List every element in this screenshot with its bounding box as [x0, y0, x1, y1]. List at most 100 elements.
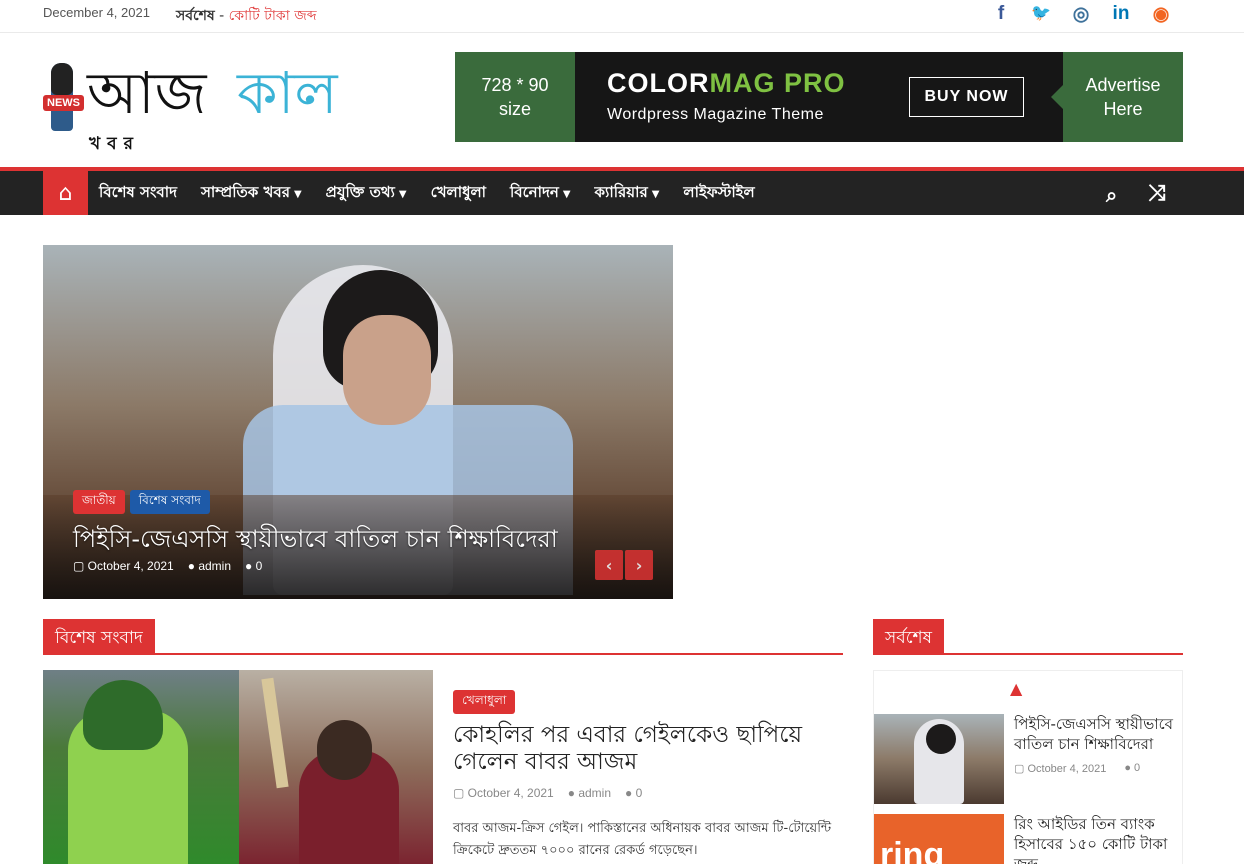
list-item-date[interactable]: ▢ October 4, 2021: [1014, 762, 1106, 775]
article-comments-count: 0: [635, 786, 643, 800]
ad-size-panel: 728 * 90 size: [455, 52, 575, 142]
nav-item-label: লাইফস্টাইল: [683, 182, 755, 201]
list-item[interactable]: ring রিং আইডির তিন ব্যাংক হিসাবের ১৫০ কো…: [874, 814, 1184, 864]
comment-icon: ●: [1124, 762, 1135, 774]
nav-item-special-news[interactable]: বিশেষ সংবাদ: [99, 181, 177, 206]
nav-item-tech[interactable]: প্রযুক্তি তথ্য ▼: [326, 181, 407, 206]
top-bar: December 4, 2021 সর্বশেষ - কোটি টাকা জব্…: [0, 0, 1244, 33]
category-badge[interactable]: জাতীয়: [73, 490, 125, 514]
article-image-right: [239, 670, 433, 864]
nav-item-label: ক্যারিয়ার: [594, 182, 648, 201]
list-item-title[interactable]: পিইসি-জেএসসি স্থায়ীভাবে বাতিল চান শিক্ষ…: [1014, 714, 1182, 754]
nav-item-career[interactable]: ক্যারিয়ার ▼: [595, 181, 660, 206]
ad-size-line2: size: [498, 99, 531, 119]
ring-id-logo: ring: [880, 836, 945, 864]
logo-subtitle: খবর: [89, 134, 140, 154]
nav-item-label: বিনোদন: [510, 182, 559, 201]
facebook-icon[interactable]: f: [990, 3, 1012, 26]
breaking-separator: -: [214, 8, 229, 24]
slider-comments-count: 0: [255, 559, 263, 573]
slider-comments[interactable]: ● 0: [245, 559, 262, 573]
nav-item-label: খেলাধুলা: [430, 182, 487, 201]
article-excerpt: বাবর আজম-ক্রিস গেইল। পাকিস্তানের অধিনায়…: [453, 821, 832, 858]
logo-part-kal: কাল: [237, 59, 338, 127]
calendar-icon: ▢: [73, 559, 88, 573]
section-header-latest: সর্বশেষ: [873, 619, 1183, 655]
chevron-down-icon: ▼: [398, 188, 407, 200]
list-item-title[interactable]: রিং আইডির তিন ব্যাংক হিসাবের ১৫০ কোটি টা…: [1014, 814, 1182, 864]
slider-date-text: October 4, 2021: [87, 559, 174, 573]
calendar-icon: ▢: [453, 786, 468, 800]
list-item-comments[interactable]: ● 0: [1124, 762, 1140, 775]
slider-next-button[interactable]: ›: [625, 550, 653, 580]
calendar-icon: ▢: [1014, 763, 1028, 775]
ad-brand: COLORMAG PRO: [607, 68, 846, 99]
list-item-meta: ▢ October 4, 2021 ● 0: [1014, 762, 1140, 775]
header-ad-banner[interactable]: 728 * 90 size COLORMAG PRO Wordpress Mag…: [455, 52, 1183, 142]
section-header-special-news: বিশেষ সংবাদ: [43, 619, 843, 655]
shuffle-icon[interactable]: ⤨: [1148, 181, 1166, 206]
chevron-down-icon: ▼: [651, 188, 660, 200]
list-item-thumbnail[interactable]: [874, 714, 1004, 804]
ad-advertise-line1: Advertise: [1085, 75, 1161, 95]
social-links: f 🐦 ◎ in ◉: [990, 3, 1172, 26]
slider-author-text: admin: [198, 559, 232, 573]
nav-item-label: সাম্প্রতিক খবর: [200, 182, 290, 201]
list-item-date-text: October 4, 2021: [1027, 763, 1107, 775]
slider-date[interactable]: ▢ October 4, 2021: [73, 559, 174, 573]
comment-icon: ●: [245, 559, 256, 573]
nav-item-entertainment[interactable]: বিনোদন ▼: [510, 181, 571, 206]
ad-buy-now-button[interactable]: BUY NOW: [909, 77, 1024, 117]
list-item[interactable]: পিইসি-জেএসসি স্থায়ীভাবে বাতিল চান শিক্ষ…: [874, 714, 1184, 804]
article-image-left: [43, 670, 239, 864]
article-date[interactable]: ▢ October 4, 2021: [453, 786, 554, 800]
home-icon[interactable]: ⌂: [43, 171, 88, 215]
category-badge[interactable]: খেলাধুলা: [453, 690, 516, 714]
ad-brand-panel: COLORMAG PRO Wordpress Magazine Theme BU…: [575, 52, 1063, 142]
slider-prev-button[interactable]: ‹: [595, 550, 623, 580]
slider-categories: জাতীয় বিশেষ সংবাদ: [73, 490, 210, 514]
chevron-down-icon: ▼: [293, 188, 302, 200]
instagram-icon[interactable]: ◎: [1070, 3, 1092, 26]
ad-brand-accent: MAG PRO: [709, 68, 846, 98]
article-author[interactable]: ● admin: [568, 786, 611, 800]
search-icon[interactable]: ⌕: [1106, 183, 1117, 207]
logo-news-badge: NEWS: [43, 95, 84, 111]
article-date-text: October 4, 2021: [467, 786, 554, 800]
linkedin-icon[interactable]: in: [1110, 3, 1132, 26]
twitter-icon[interactable]: 🐦: [1030, 3, 1052, 26]
article-comments[interactable]: ● 0: [625, 786, 642, 800]
ad-tagline: Wordpress Magazine Theme: [607, 106, 824, 123]
nav-item-lifestyle[interactable]: লাইফস্টাইল: [683, 181, 754, 206]
featured-slider[interactable]: জাতীয় বিশেষ সংবাদ পিইসি-জেএসসি স্থায়ীভ…: [43, 245, 673, 599]
list-item-thumbnail[interactable]: ring: [874, 814, 1004, 864]
category-badge[interactable]: বিশেষ সংবাদ: [129, 490, 210, 514]
article-title[interactable]: কোহলির পর এবার গেইলকেও ছাপিয়ে গেলেন বাব…: [453, 722, 843, 776]
section-title[interactable]: বিশেষ সংবাদ: [43, 619, 155, 653]
current-date: December 4, 2021: [43, 5, 150, 20]
site-logo[interactable]: NEWS আজ কাল খবর: [43, 53, 403, 154]
player-helmet: [83, 680, 163, 750]
article-image[interactable]: [43, 670, 433, 864]
article-author-text: admin: [578, 786, 612, 800]
user-icon: ●: [567, 786, 579, 800]
slider-author[interactable]: ● admin: [188, 559, 231, 573]
breaking-link[interactable]: কোটি টাকা জব্দ: [229, 8, 317, 24]
slider-image-face: [343, 315, 431, 425]
ad-brand-main: COLOR: [607, 68, 710, 98]
ad-advertise-panel: Advertise Here: [1051, 52, 1183, 142]
slider-title[interactable]: পিইসি-জেএসসি স্থায়ীভাবে বাতিল চান শিক্ষ…: [73, 521, 558, 561]
comment-icon: ●: [625, 786, 636, 800]
breaking-news: সর্বশেষ - কোটি টাকা জব্দ: [176, 4, 317, 28]
nav-menu: বিশেষ সংবাদ সাম্প্রতিক খবর ▼ প্রযুক্তি তথ…: [99, 171, 755, 215]
rss-icon[interactable]: ◉: [1150, 3, 1172, 26]
chevron-down-icon: ▼: [562, 188, 571, 200]
nav-item-sports[interactable]: খেলাধুলা: [431, 181, 486, 206]
site-header: NEWS আজ কাল খবর 728 * 90 size COLORMAG P…: [0, 33, 1244, 167]
nav-item-label: প্রযুক্তি তথ্য: [325, 182, 395, 201]
nav-item-recent-news[interactable]: সাম্প্রতিক খবর ▼: [201, 181, 302, 206]
ad-size-line1: 728 * 90: [481, 75, 549, 95]
user-icon: ●: [187, 559, 199, 573]
slider-meta: ▢ October 4, 2021 ● admin ● 0: [73, 559, 262, 573]
arrow-up-icon[interactable]: ▲: [1010, 679, 1022, 698]
